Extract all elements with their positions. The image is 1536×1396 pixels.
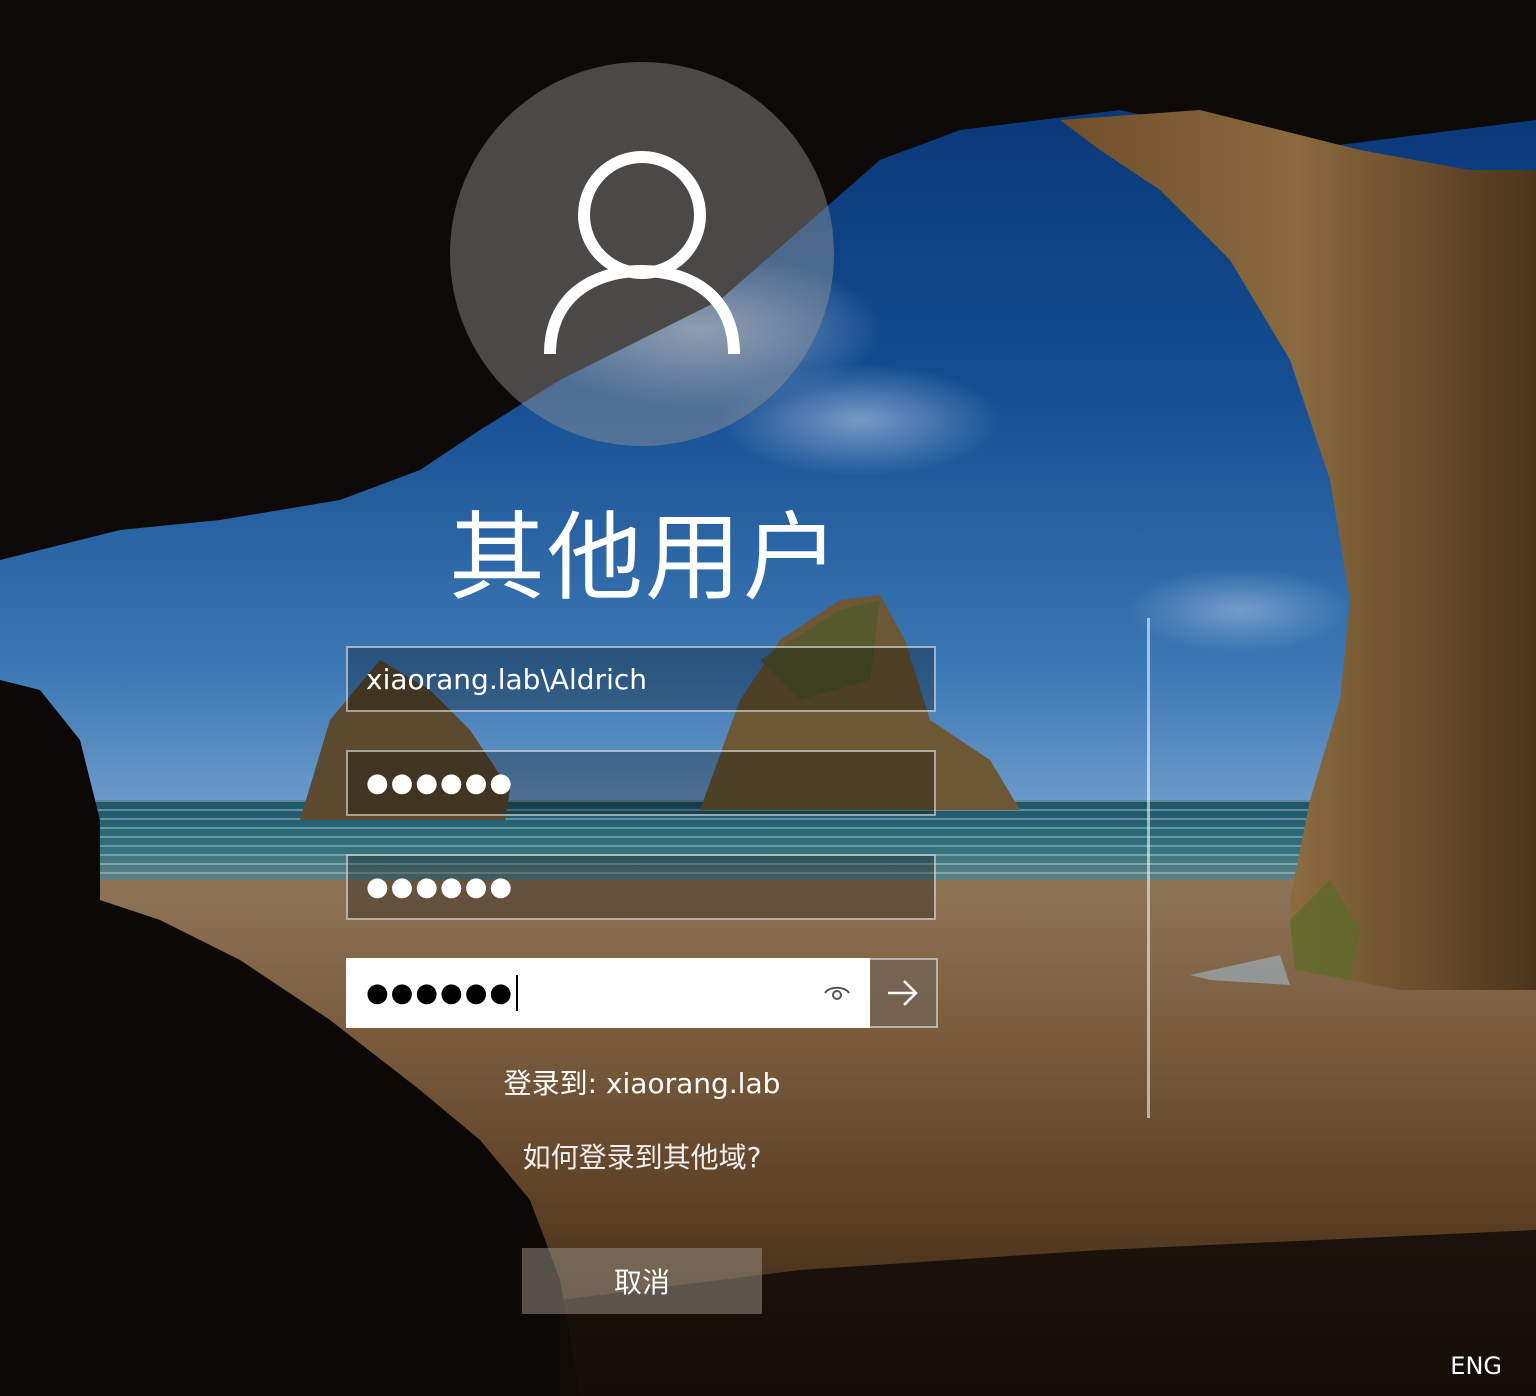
other-domain-help-link[interactable]: 如何登录到其他域? xyxy=(0,1136,1284,1176)
user-avatar xyxy=(450,62,834,446)
text-caret xyxy=(516,975,519,1011)
password-field-1[interactable]: ●●●●●● xyxy=(346,750,936,816)
password-field-3[interactable]: ●●●●●● xyxy=(346,958,938,1028)
password-field-2[interactable]: ●●●●●● xyxy=(346,854,936,920)
eye-icon xyxy=(824,986,850,1000)
username-value: xiaorang.lab\Aldrich xyxy=(366,662,648,696)
password-value-2: ●●●●●● xyxy=(366,872,515,902)
arrow-right-icon xyxy=(888,980,918,1006)
cancel-button[interactable]: 取消 xyxy=(522,1248,762,1314)
submit-button[interactable] xyxy=(870,958,938,1028)
username-field[interactable]: xiaorang.lab\Aldrich xyxy=(346,646,936,712)
password-value-3: ●●●●●● xyxy=(366,978,515,1008)
password-input-3[interactable]: ●●●●●● xyxy=(346,958,870,1028)
user-icon xyxy=(544,151,740,355)
sign-in-domain: 登录到: xiaorang.lab xyxy=(503,1067,781,1100)
password-value-1: ●●●●●● xyxy=(366,768,515,798)
reveal-password-button[interactable] xyxy=(822,978,852,1008)
lock-screen: 其他用户 xiaorang.lab\Aldrich ●●●●●● ●●●●●● … xyxy=(0,0,1536,1396)
language-indicator[interactable]: ENG xyxy=(1450,1352,1502,1380)
user-title: 其他用户 xyxy=(449,502,841,614)
divider xyxy=(1147,618,1150,1118)
